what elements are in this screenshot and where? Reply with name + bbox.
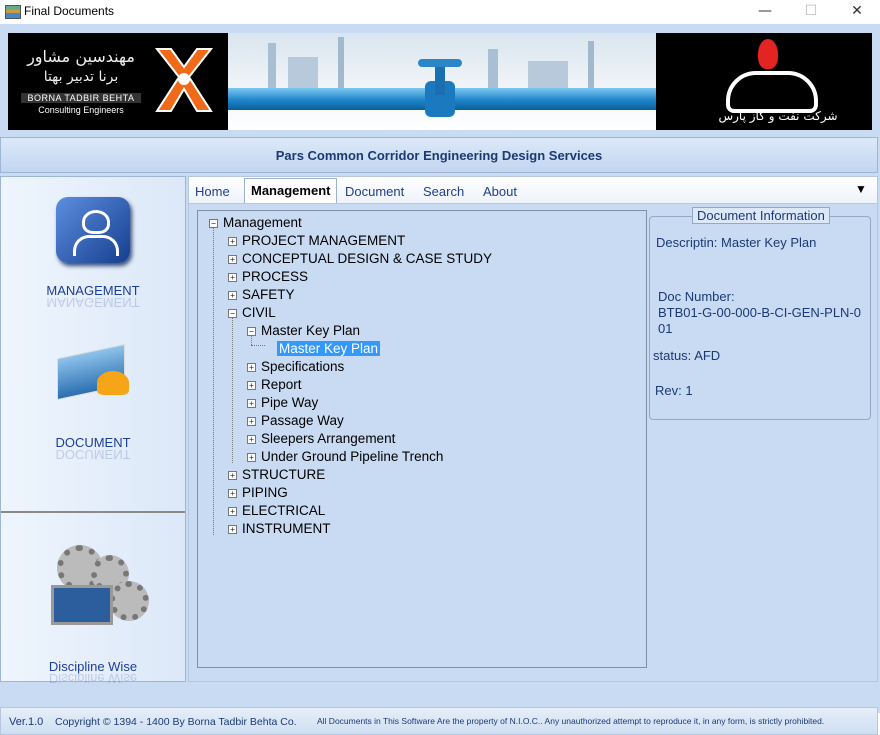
collapse-icon[interactable]: − [247, 327, 256, 336]
tree-node[interactable]: + Sleepers Arrangement [244, 430, 395, 448]
valve-wheel-icon [418, 59, 462, 67]
tree-node[interactable]: − Master Key Plan [244, 322, 360, 340]
engineer-icon [56, 197, 130, 263]
company-name-en-line1: BORNA TADBIR BEHTA [21, 93, 141, 103]
company-name-fa-line2: برنا تدبیر بهتا [43, 69, 119, 85]
tree-node-selected[interactable]: Master Key Plan [263, 340, 381, 358]
tab-search[interactable]: Search [423, 184, 464, 199]
doc-description: Descriptin: Master Key Plan [656, 235, 817, 250]
app-books-icon [5, 5, 21, 19]
blueprint-hardhat-icon [53, 343, 133, 403]
nioc-emblem-icon [726, 71, 818, 113]
tree-node[interactable]: + CONCEPTUAL DESIGN & CASE STUDY [225, 250, 492, 268]
expand-icon[interactable]: + [228, 525, 237, 534]
tab-home[interactable]: Home [195, 184, 230, 199]
tree-node[interactable]: + Report [244, 376, 302, 394]
client-name-fa: شرکت نفت و گاز پارس [718, 109, 838, 123]
pipeline-valve-image [228, 33, 656, 130]
doc-status: status: AFD [653, 348, 721, 363]
window-title: Final Documents [24, 4, 115, 18]
tree-node[interactable]: + PIPING [225, 484, 288, 502]
tab-bar: Home Management Document Search About ▼ [188, 176, 878, 205]
minimize-button[interactable]: — [742, 0, 788, 24]
tab-document[interactable]: Document [345, 184, 404, 199]
expand-icon[interactable]: + [228, 273, 237, 282]
sidebar-divider [1, 511, 185, 513]
flame-icon [758, 39, 778, 69]
label-reflection: Discipline Wise [48, 674, 138, 683]
company-name-en-line2: Consulting Engineers [38, 105, 124, 115]
doc-number-value-cont: 01 [658, 321, 673, 336]
status-bar: Ver.1.0 Copyright © 1394 - 1400 By Borna… [0, 707, 878, 735]
tree-node[interactable]: + STRUCTURE [225, 466, 325, 484]
document-info-title: Document Information [692, 207, 830, 224]
expand-icon[interactable]: + [247, 363, 256, 372]
expand-icon[interactable]: + [247, 381, 256, 390]
tree-node[interactable]: + Under Ground Pipeline Trench [244, 448, 443, 466]
company-name-fa-line1: مهندسین مشاور [27, 47, 135, 66]
expand-icon[interactable]: + [228, 471, 237, 480]
copyright-text: Copyright © 1394 - 1400 By Borna Tadbir … [55, 716, 297, 728]
expand-icon[interactable]: + [228, 507, 237, 516]
chevron-down-icon[interactable]: ▼ [855, 182, 867, 196]
valve-stem-shape [435, 65, 445, 95]
document-tree[interactable]: − Management + PROJECT MANAGEMENT + CONC… [197, 210, 647, 668]
sidebar-item-discipline-wise[interactable]: Discipline Wise Discipline Wise [1, 541, 185, 683]
expand-icon[interactable]: + [247, 399, 256, 408]
document-info-panel: Document Information Descriptin: Master … [649, 207, 871, 420]
expand-icon[interactable]: + [247, 435, 256, 444]
tree-node[interactable]: + Pipe Way [244, 394, 318, 412]
tree-node[interactable]: + Passage Way [244, 412, 344, 430]
label-reflection: DOCUMENT [55, 450, 131, 459]
tree-node[interactable]: − CIVIL [225, 304, 276, 322]
sidebar-item-label: DOCUMENT [55, 435, 131, 450]
collapse-icon[interactable]: − [228, 309, 237, 318]
sidebar-item-label: MANAGEMENT [46, 283, 140, 298]
tree-node-root[interactable]: − Management [206, 214, 302, 232]
title-bar: Final Documents — ☐ ✕ [0, 0, 880, 24]
label-reflection: MANAGEMENT [46, 298, 140, 307]
tree-node[interactable]: + PROJECT MANAGEMENT [225, 232, 405, 250]
maximize-button[interactable]: ☐ [788, 0, 834, 24]
tree-line [232, 317, 233, 463]
collapse-icon[interactable]: − [209, 219, 218, 228]
company-logo: مهندسین مشاور برنا تدبیر بهتا BORNA TADB… [13, 41, 221, 121]
tree-node[interactable]: + PROCESS [225, 268, 308, 286]
tree-line [213, 227, 214, 535]
project-title-bar: Pars Common Corridor Engineering Design … [0, 137, 878, 173]
sidebar: MANAGEMENT MANAGEMENT DOCUMENT DOCUMENT … [0, 176, 186, 683]
expand-icon[interactable]: + [228, 291, 237, 300]
company-x-logo-icon [154, 48, 214, 112]
sidebar-item-document[interactable]: DOCUMENT DOCUMENT [1, 343, 185, 459]
expand-icon[interactable]: + [228, 237, 237, 246]
tree-node[interactable]: + Specifications [244, 358, 344, 376]
tree-node[interactable]: + SAFETY [225, 286, 295, 304]
close-button[interactable]: ✕ [834, 0, 880, 24]
tab-content: − Management + PROJECT MANAGEMENT + CONC… [188, 203, 878, 682]
expand-icon[interactable]: + [247, 453, 256, 462]
gears-laptop-icon [43, 541, 149, 631]
main-window: مهندسین مشاور برنا تدبیر بهتا BORNA TADB… [0, 24, 880, 735]
header-banner: مهندسین مشاور برنا تدبیر بهتا BORNA TADB… [8, 33, 872, 130]
expand-icon[interactable]: + [247, 417, 256, 426]
version-text: Ver.1.0 [9, 716, 44, 728]
doc-number-label: Doc Number: [658, 289, 735, 304]
project-title: Pars Common Corridor Engineering Design … [275, 148, 603, 163]
tab-management[interactable]: Management [244, 178, 338, 205]
tree-node[interactable]: + ELECTRICAL [225, 502, 325, 520]
tab-about[interactable]: About [483, 184, 517, 199]
property-notice: All Documents in This Software Are the p… [317, 716, 825, 726]
doc-number-value: BTB01-G-00-000-B-CI-GEN-PLN-0 [658, 305, 861, 320]
sidebar-item-management[interactable]: MANAGEMENT MANAGEMENT [1, 197, 185, 307]
tree-node[interactable]: + INSTRUMENT [225, 520, 331, 538]
client-logo: شرکت نفت و گاز پارس [678, 33, 872, 130]
expand-icon[interactable]: + [228, 489, 237, 498]
doc-rev: Rev: 1 [655, 383, 693, 398]
sidebar-item-label: Discipline Wise [48, 659, 138, 674]
expand-icon[interactable]: + [228, 255, 237, 264]
